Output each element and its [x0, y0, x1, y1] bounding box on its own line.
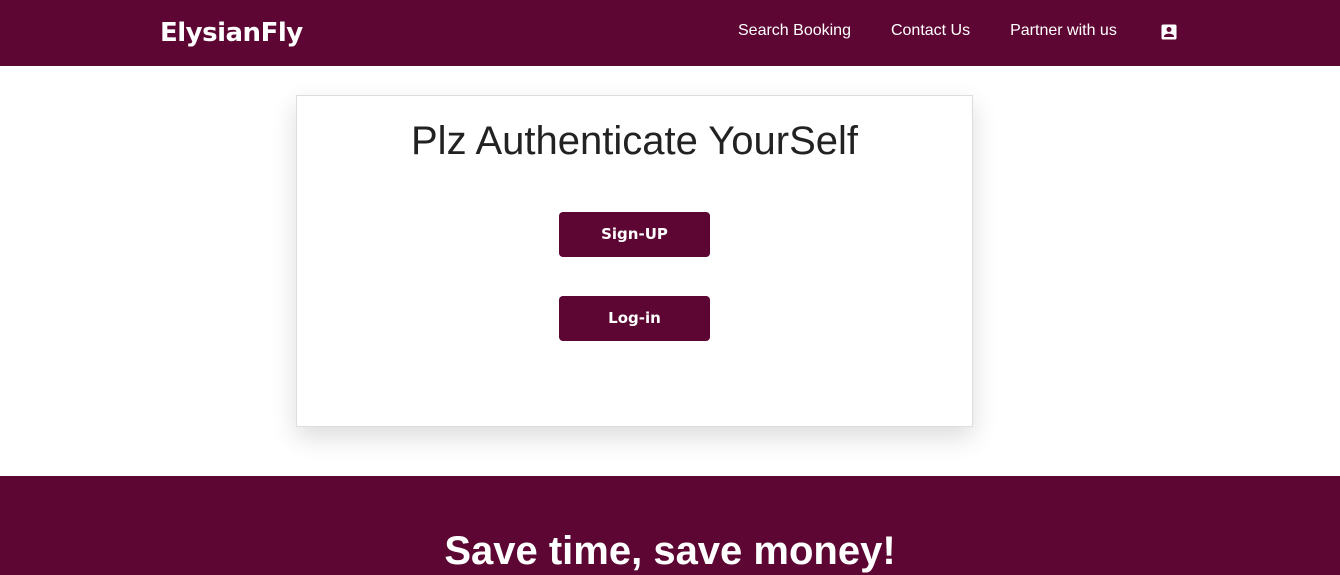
account-button[interactable]: [1159, 21, 1179, 42]
auth-title: Plz Authenticate YourSelf: [411, 119, 858, 163]
signup-button[interactable]: Sign-UP: [559, 212, 710, 257]
promo-banner: Save time, save money!: [0, 476, 1340, 575]
top-navbar: ElysianFly Search Booking Contact Us Par…: [0, 0, 1340, 66]
brand-logo[interactable]: ElysianFly: [160, 14, 303, 52]
main-nav: Search Booking Contact Us Partner with u…: [738, 20, 1179, 42]
account-box-icon[interactable]: [1159, 22, 1179, 42]
auth-card: Plz Authenticate YourSelf Sign-UP Log-in: [296, 95, 973, 427]
nav-partner-with-us[interactable]: Partner with us: [1010, 20, 1117, 42]
promo-title: Save time, save money!: [444, 529, 896, 573]
nav-search-booking[interactable]: Search Booking: [738, 20, 851, 42]
nav-contact-us[interactable]: Contact Us: [891, 20, 970, 42]
login-button[interactable]: Log-in: [559, 296, 710, 341]
